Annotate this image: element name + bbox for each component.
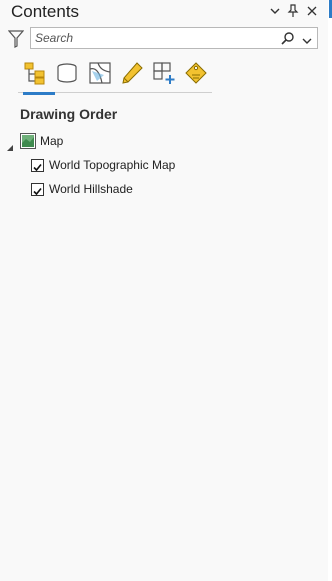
pane-title: Contents xyxy=(11,2,80,21)
collapse-triangle-icon[interactable] xyxy=(6,139,14,151)
filter-icon[interactable] xyxy=(7,30,25,48)
pin-icon[interactable] xyxy=(286,4,300,18)
layer-item[interactable]: World Hillshade xyxy=(49,179,133,199)
contents-pane: Contents Search Drawing Order Map World … xyxy=(0,0,329,581)
contents-toolbar xyxy=(18,56,212,95)
list-by-snapping-icon[interactable] xyxy=(151,60,177,86)
layer-label: World Topographic Map xyxy=(49,158,176,172)
pane-titlebar: Contents xyxy=(0,0,328,24)
close-icon[interactable] xyxy=(305,4,319,18)
search-box[interactable] xyxy=(30,27,318,49)
world-hillshade-checkbox[interactable] xyxy=(31,183,44,196)
adjacent-pane-edge xyxy=(328,0,332,581)
layer-item[interactable]: World Topographic Map xyxy=(49,155,175,175)
list-by-labeling-icon[interactable] xyxy=(183,60,209,86)
map-icon xyxy=(20,133,36,149)
options-chevron-icon[interactable] xyxy=(268,4,282,18)
world-topographic-map-checkbox[interactable] xyxy=(31,159,44,172)
list-by-editing-icon[interactable] xyxy=(119,60,145,86)
list-by-selection-icon[interactable] xyxy=(87,60,113,86)
list-by-drawing-order-icon[interactable] xyxy=(22,60,55,95)
list-by-source-icon[interactable] xyxy=(54,60,80,86)
map-label: Map xyxy=(40,134,64,148)
map-node[interactable]: Map xyxy=(40,131,63,151)
layer-label: World Hillshade xyxy=(49,182,133,196)
search-input[interactable] xyxy=(35,30,275,46)
search-icon[interactable] xyxy=(281,31,295,45)
search-options-chevron-icon[interactable] xyxy=(302,33,312,44)
drawing-order-heading: Drawing Order xyxy=(20,106,118,122)
